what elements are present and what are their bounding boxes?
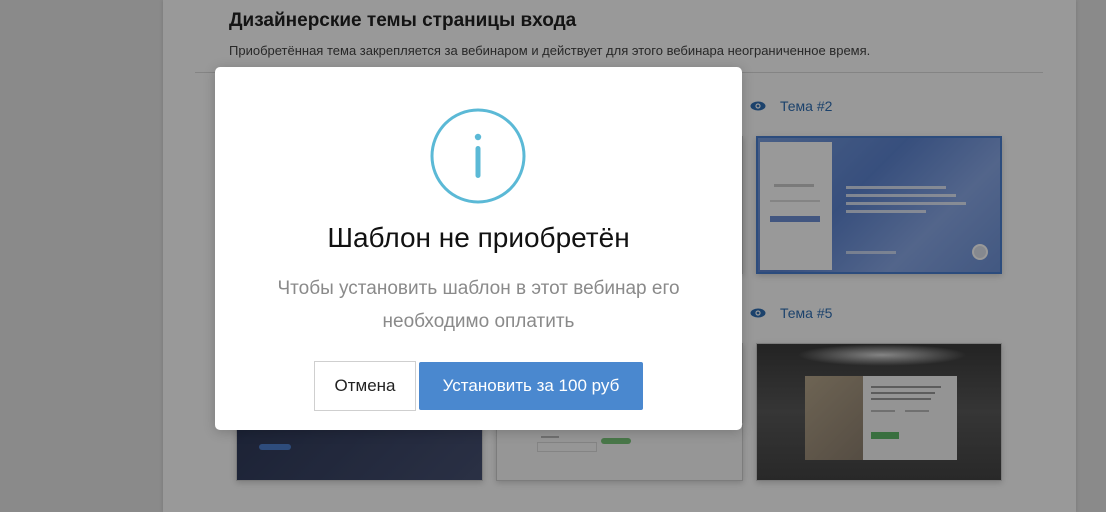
cancel-button[interactable]: Отмена: [314, 361, 416, 411]
info-icon: [430, 108, 526, 204]
dialog-title: Шаблон не приобретён: [327, 222, 630, 253]
install-purchase-button[interactable]: Установить за 100 руб: [419, 362, 643, 410]
purchase-required-dialog: Шаблон не приобретён Чтобы установить ша…: [215, 67, 742, 430]
dialog-message: Чтобы установить шаблон в этот вебинар е…: [277, 278, 680, 332]
